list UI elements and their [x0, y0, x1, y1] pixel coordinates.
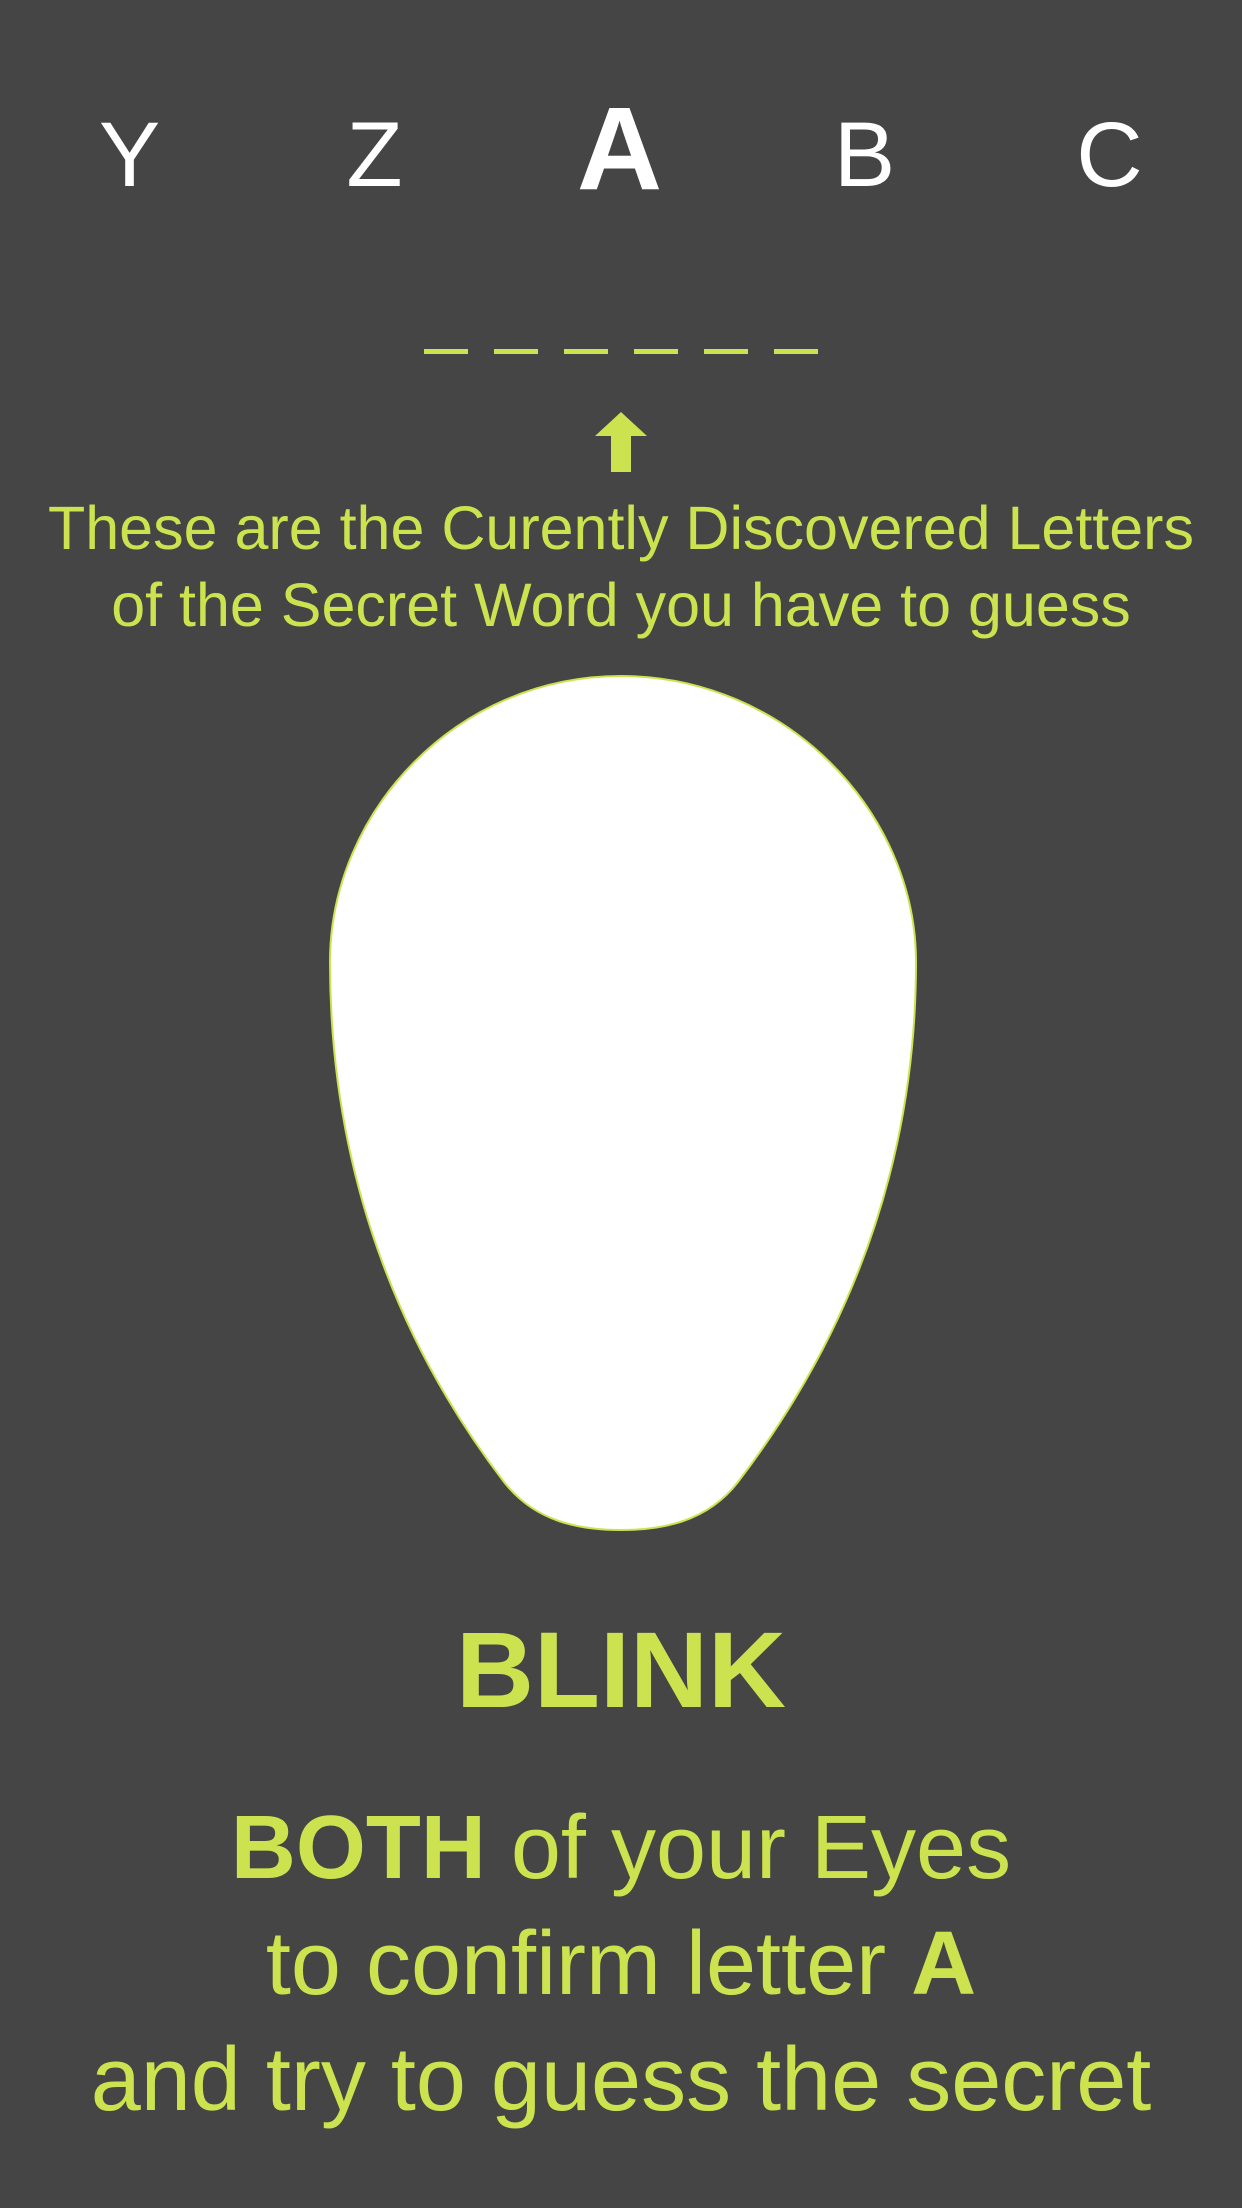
instructions: BOTH of your Eyes to confirm letter A an…: [0, 1790, 1242, 2138]
instruction-line-1: BOTH of your Eyes: [0, 1790, 1242, 1906]
hint-text: These are the Curently Discovered Letter…: [0, 490, 1242, 644]
letter-slot: [494, 320, 538, 354]
instruction-emphasis: BOTH: [230, 1798, 486, 1898]
letter-slot: [774, 320, 818, 354]
letter-slot: [634, 320, 678, 354]
letter-slot: [704, 320, 748, 354]
letter-option: Z: [346, 104, 404, 206]
secret-word-slots: [0, 320, 1242, 380]
instruction-line-3: and try to guess the secret: [90, 2030, 1152, 2130]
hint-line-2: of the Secret Word you have to guess: [111, 571, 1131, 639]
face-outline-icon: [0, 672, 1242, 1532]
letter-slot: [424, 320, 468, 354]
letter-option: Y: [98, 104, 162, 206]
blink-title: BLINK: [456, 1609, 786, 1730]
instruction-line-2: to confirm letter A: [0, 1906, 1242, 2022]
letter-option: B: [833, 104, 897, 206]
letter-slot: [564, 320, 608, 354]
hint-line-1: These are the Curently Discovered Letter…: [48, 494, 1194, 562]
selected-letter: A: [576, 83, 664, 215]
arrow-up-icon: [0, 412, 1242, 472]
letter-carousel: Y Z A B C: [0, 80, 1242, 230]
instruction-line-2-prefix: to confirm letter: [265, 1914, 912, 2014]
letter-option: C: [1076, 104, 1144, 206]
instruction-line-1-rest: of your Eyes: [485, 1798, 1012, 1898]
instruction-letter: A: [911, 1914, 977, 2014]
